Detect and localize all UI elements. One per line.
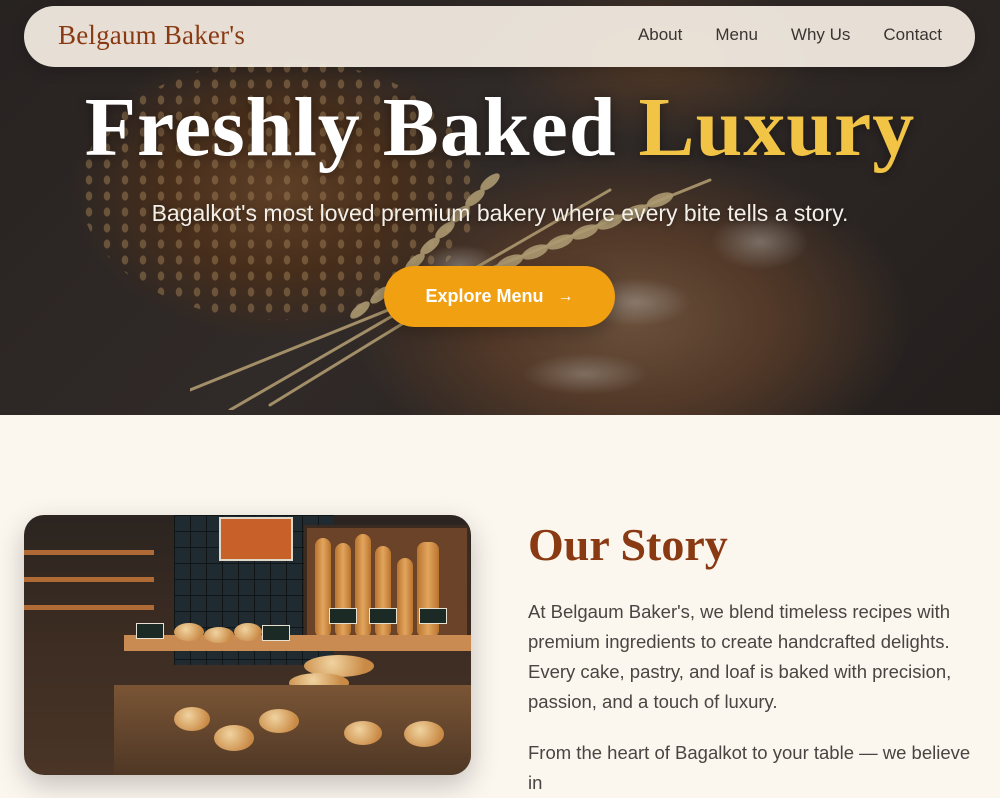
- nav-link-about[interactable]: About: [638, 25, 682, 45]
- shelf: [24, 550, 154, 555]
- story-paragraph: From the heart of Bagalkot to your table…: [528, 742, 971, 793]
- nav-links: About Menu Why Us Contact: [638, 25, 942, 45]
- pastry: [234, 623, 262, 641]
- price-tag: [419, 608, 447, 624]
- nav-link-why-us[interactable]: Why Us: [791, 25, 851, 45]
- explore-menu-label: Explore Menu: [425, 286, 544, 306]
- price-tag: [369, 608, 397, 624]
- pastry: [404, 721, 444, 747]
- story-heading: Our Story: [528, 519, 728, 570]
- price-tag: [136, 623, 164, 639]
- hero-section: Belgaum Baker's About Menu Why Us Contac…: [0, 0, 1000, 415]
- hero-title-accent: Luxury: [638, 81, 916, 174]
- nav-link-contact[interactable]: Contact: [883, 25, 942, 45]
- nav-link-menu[interactable]: Menu: [715, 25, 758, 45]
- pastry: [214, 725, 254, 751]
- pastry: [344, 721, 382, 745]
- wall-painting: [219, 517, 293, 561]
- pastry: [174, 707, 210, 731]
- hero-title-main: Freshly Baked: [84, 81, 617, 174]
- arrow-right-icon: →: [557, 287, 574, 305]
- brand-logo[interactable]: Belgaum Baker's: [58, 20, 245, 51]
- story-paragraph: At Belgaum Baker's, we blend timeless re…: [528, 601, 952, 712]
- bakery-interior-image: [24, 515, 471, 775]
- bread-display-case: [304, 525, 470, 651]
- price-tag: [329, 608, 357, 624]
- pastry: [204, 627, 234, 643]
- price-tag: [262, 625, 290, 641]
- explore-menu-button[interactable]: Explore Menu →: [384, 266, 615, 327]
- hero-subtitle: Bagalkot's most loved premium bakery whe…: [151, 200, 849, 226]
- hero-title: Freshly Baked Luxury: [0, 78, 1000, 178]
- baguette: [375, 546, 391, 638]
- pastry: [259, 709, 299, 733]
- pastry-display-case: [114, 685, 471, 775]
- shelf: [24, 605, 154, 610]
- pastry: [174, 623, 204, 641]
- shelf: [24, 577, 154, 582]
- baguette: [397, 558, 413, 638]
- top-navbar: Belgaum Baker's About Menu Why Us Contac…: [24, 6, 975, 67]
